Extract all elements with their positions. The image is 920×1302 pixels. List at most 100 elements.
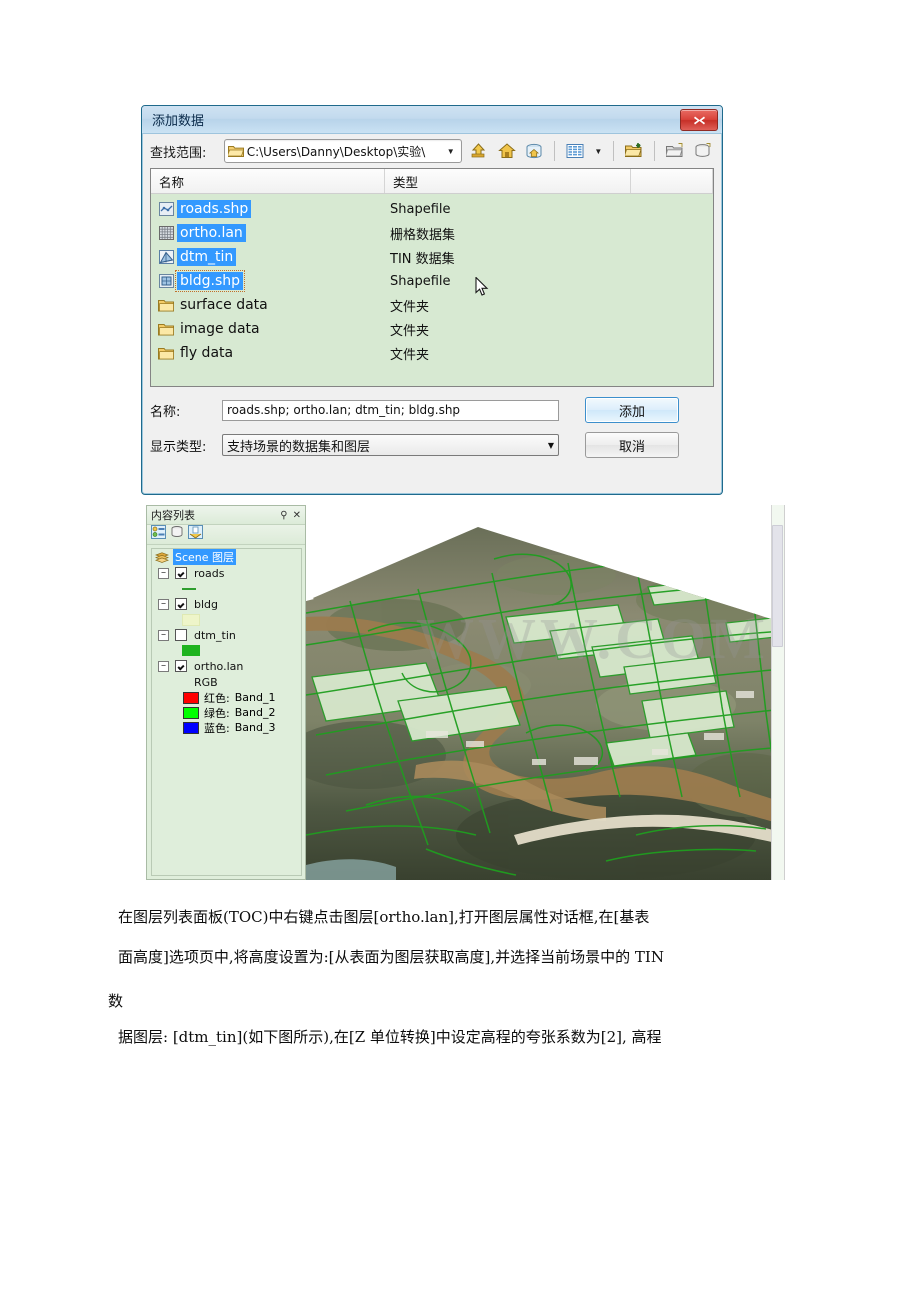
file-name: image data (180, 321, 260, 337)
band-channel-label: 蓝色: (204, 721, 230, 735)
file-list-item[interactable]: image data 文件夹 (151, 317, 713, 341)
file-list-item[interactable]: bldg.shp Shapefile (151, 269, 713, 293)
file-list[interactable]: 名称 类型 roads.shp Shapefile ortho.lan 栅格数据集 dt… (150, 168, 714, 387)
display-type-label: 显示类型: (150, 439, 207, 455)
close-icon (693, 116, 705, 124)
file-name: ortho.lan (177, 224, 246, 242)
folder-icon (158, 299, 174, 311)
list-by-source-button[interactable] (170, 525, 184, 544)
tin-icon (158, 250, 174, 264)
band-name: Band_3 (234, 721, 276, 734)
raster-icon (158, 226, 174, 240)
scene-scrollbar[interactable] (771, 505, 784, 880)
display-type-value: 支持场景的数据集和图层 (227, 439, 371, 455)
list-by-drawing-order-button[interactable] (151, 525, 166, 544)
shapefile-line-icon (155, 202, 177, 216)
toc-root-item[interactable]: Scene 图层 (152, 549, 301, 565)
close-icon[interactable]: ✕ (293, 510, 301, 521)
expander-icon[interactable]: − (158, 629, 169, 641)
toolbar-separator-2 (613, 141, 615, 161)
column-header-type[interactable]: 类型 (385, 169, 631, 193)
toolbar-separator-3 (654, 141, 656, 161)
shapefile-poly-icon (155, 274, 177, 288)
expander-icon[interactable]: − (158, 598, 169, 610)
name-label: 名称: (150, 404, 181, 420)
tin-icon (155, 250, 177, 264)
toc-layer-item-ortho.lan[interactable]: − ortho.lan (152, 658, 301, 674)
folder-icon (155, 299, 177, 312)
new-database-icon (695, 143, 711, 157)
file-name: surface data (180, 297, 268, 313)
go-up-button[interactable] (468, 140, 490, 162)
doc-line-3: 据图层: [dtm_tin](如下图所示),在[Z 单位转换]中设定高程的夸张系… (118, 1028, 662, 1046)
document-text: 在图层列表面板(TOC)中右键点击图层[ortho.lan],打开图层属性对话框… (108, 897, 818, 1057)
raster-icon (155, 226, 177, 240)
list-view-button[interactable] (564, 140, 586, 162)
toc-layer-item-dtm_tin[interactable]: − dtm_tin (152, 627, 301, 643)
display-type-row: 显示类型: 支持场景的数据集和图层 ▼ 取消 (150, 432, 714, 458)
cancel-button[interactable]: 取消 (585, 432, 679, 458)
toc-layer-item-roads[interactable]: − roads (152, 565, 301, 581)
file-list-item[interactable]: dtm_tin TIN 数据集 (151, 245, 713, 269)
layer-symbol-polygon (152, 612, 301, 627)
path-combobox[interactable]: C:\Users\Danny\Desktop\实验\ ▼ (223, 139, 462, 163)
scene-view[interactable]: WWW.COM (306, 505, 785, 880)
list-by-visibility-button[interactable] (188, 525, 203, 544)
name-row: 名称: roads.shp; ortho.lan; dtm_tin; bldg.… (150, 397, 714, 423)
list-by-drawing-order-icon (151, 525, 166, 539)
path-text: C:\Users\Danny\Desktop\实验\ (246, 144, 426, 159)
pin-icon[interactable]: ⚲ (280, 510, 287, 521)
doc-line-1: 在图层列表面板(TOC)中右键点击图层[ortho.lan],打开图层属性对话框… (118, 908, 650, 926)
file-list-item[interactable]: roads.shp Shapefile (151, 197, 713, 221)
file-type: TIN 数据集 (390, 251, 455, 267)
close-button[interactable] (680, 109, 718, 131)
connect-folder-icon (625, 143, 642, 157)
expander-icon[interactable]: − (158, 567, 169, 579)
file-type: Shapefile (390, 273, 451, 289)
rgb-label: RGB (194, 675, 218, 689)
file-name: dtm_tin (177, 248, 237, 266)
file-type: Shapefile (390, 201, 451, 217)
layer-name: ortho.lan (194, 659, 244, 673)
column-header-blank[interactable] (631, 169, 713, 193)
scrollbar-thumb[interactable] (772, 525, 783, 647)
new-database-button[interactable] (692, 140, 714, 162)
chevron-down-icon[interactable]: ▼ (443, 147, 459, 156)
column-header-name[interactable]: 名称 (151, 169, 385, 193)
layer-symbol-line (152, 581, 301, 596)
home-button[interactable] (496, 140, 518, 162)
band-channel-label: 绿色: (204, 706, 230, 720)
add-button[interactable]: 添加 (585, 397, 679, 423)
layer-visibility-checkbox[interactable] (175, 660, 187, 672)
file-type: 文件夹 (390, 299, 430, 315)
display-type-combobox[interactable]: 支持场景的数据集和图层 ▼ (222, 434, 559, 456)
shapefile-poly-icon (158, 274, 174, 288)
connect-folder-button[interactable] (623, 140, 645, 162)
home-icon (497, 143, 516, 158)
file-list-item[interactable]: fly data 文件夹 (151, 341, 713, 365)
scene-3d-canvas (306, 505, 784, 880)
expander-icon[interactable]: − (158, 660, 169, 672)
home-database-icon (526, 143, 542, 159)
toc-header: 内容列表 ⚲ ✕ (147, 506, 305, 525)
file-list-item[interactable]: surface data 文件夹 (151, 293, 713, 317)
tin-symbol-icon (182, 645, 200, 656)
lookin-label: 查找范围: (150, 145, 207, 161)
layer-visibility-checkbox[interactable] (175, 567, 187, 579)
folder-open-icon (227, 146, 244, 157)
toc-root-label: Scene 图层 (173, 549, 237, 565)
toc-layer-item-bldg[interactable]: − bldg (152, 596, 301, 612)
file-type: 栅格数据集 (390, 227, 456, 243)
toc-panel: 内容列表 ⚲ ✕ Scene 图层 − roads − bldg − dtm_t… (146, 505, 306, 880)
name-input[interactable]: roads.shp; ortho.lan; dtm_tin; bldg.shp (222, 399, 559, 421)
home-database-button[interactable] (524, 140, 546, 162)
new-folder-button[interactable] (664, 140, 686, 162)
layer-visibility-checkbox[interactable] (175, 598, 187, 610)
layer-visibility-checkbox[interactable] (175, 629, 187, 641)
dialog-body: 查找范围: C:\Users\Danny\Desktop\实验\ ▼ ▼ 名称 … (142, 134, 722, 458)
view-dropdown-button[interactable]: ▼ (592, 140, 604, 162)
layer-name: bldg (194, 597, 219, 611)
file-list-item[interactable]: ortho.lan 栅格数据集 (151, 221, 713, 245)
file-type: 文件夹 (390, 323, 430, 339)
toc-layer-list[interactable]: Scene 图层 − roads − bldg − dtm_tin − ortho.lan RGB… (151, 548, 302, 876)
